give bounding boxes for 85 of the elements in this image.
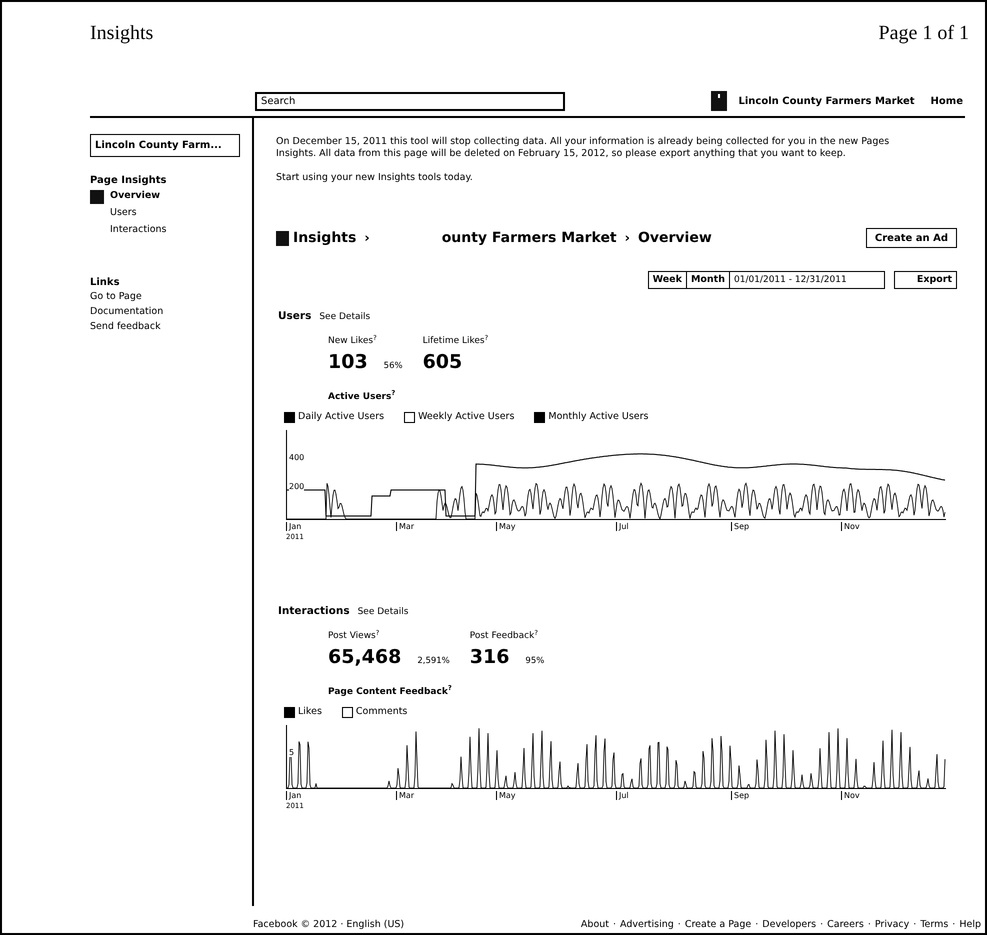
- checkbox-label: Likes: [298, 705, 322, 719]
- checkbox[interactable]: [284, 412, 295, 423]
- stat-value: 65,468: [328, 645, 402, 670]
- checkbox[interactable]: [404, 412, 416, 423]
- create-ad-button[interactable]: Create an Ad: [866, 228, 957, 248]
- see-details-link[interactable]: See Details: [358, 606, 408, 620]
- footer-separator: ·: [755, 918, 758, 932]
- checkbox[interactable]: [534, 412, 546, 423]
- stat-label: Lifetime Likes$^{?}$: [422, 335, 488, 348]
- sidebar-item[interactable]: Users: [110, 206, 137, 221]
- page-select[interactable]: Lincoln County Farm...: [90, 134, 240, 157]
- footer-link[interactable]: Advertising: [620, 918, 674, 932]
- footer-separator: ·: [868, 918, 871, 932]
- section-title: Users: [278, 309, 312, 324]
- breadcrumb-current: Overview: [638, 228, 712, 248]
- stat-value: 605: [422, 350, 462, 375]
- stat-change: 2,591%: [417, 655, 450, 668]
- sidebar-item[interactable]: Interactions: [110, 223, 166, 238]
- page-icon: [710, 91, 726, 111]
- checkbox[interactable]: [342, 706, 353, 718]
- axis-label: Mar: [396, 791, 414, 800]
- axis-label: May: [496, 791, 516, 800]
- sidebar-heading: Page Insights: [90, 174, 168, 188]
- axis-label: 200: [289, 483, 304, 492]
- stat-label: Post Views$^{?}$: [328, 630, 380, 643]
- footer-link[interactable]: Terms: [920, 918, 948, 932]
- checkbox-label: Comments: [356, 705, 408, 719]
- sidebar-item[interactable]: Overview: [110, 189, 160, 204]
- page-number: Page 1 of 1: [878, 21, 969, 46]
- stat-value: 316: [470, 645, 510, 670]
- footer-separator: ·: [952, 918, 956, 932]
- footer-text: Facebook © 2012 · English (US): [253, 918, 404, 932]
- print-title: Insights: [90, 21, 154, 46]
- checkbox-label: Daily Active Users: [298, 410, 384, 424]
- axis-label: Jan: [286, 791, 302, 800]
- axis-label: Nov: [841, 522, 860, 532]
- insights-icon: [276, 230, 289, 246]
- footer-link[interactable]: Privacy: [874, 918, 910, 932]
- sidebar-link[interactable]: Send feedback: [90, 320, 244, 335]
- checkbox-label: Weekly Active Users: [418, 410, 514, 424]
- insights-icon: [90, 190, 104, 204]
- axis-label: Jul: [616, 522, 629, 532]
- breadcrumb-link[interactable]: ounty Farmers Market: [442, 228, 617, 249]
- export-button[interactable]: Export: [894, 271, 957, 290]
- checkbox[interactable]: [284, 706, 295, 718]
- footer-separator: ·: [678, 918, 681, 932]
- checkbox-label: Monthly Active Users: [548, 410, 648, 424]
- stat-change: 56%: [384, 360, 403, 373]
- stat-label: New Likes$^{?}$: [328, 335, 378, 348]
- footer-separator: ·: [613, 918, 616, 932]
- axis-label: Nov: [841, 791, 860, 800]
- axis-label: Jul: [616, 791, 629, 800]
- search-field[interactable]: Search: [255, 92, 565, 110]
- axis-label: May: [496, 522, 516, 532]
- footer-separator: ·: [820, 918, 824, 932]
- axis-label: 5: [289, 749, 294, 758]
- stat-change: 95%: [525, 655, 544, 668]
- stat-label: Post Feedback$^{?}$: [470, 630, 539, 643]
- footer-link[interactable]: Help: [959, 918, 981, 932]
- sidebar-link[interactable]: Go to Page: [90, 290, 244, 305]
- notice-text: On December 15, 2011 this tool will stop collecting data. All your information is already being collected for you in the new Pages Insights. All data from this page will be deleted on February 15, 2012, so please export anything that you want to keep.: [276, 136, 890, 160]
- breadcrumb-link[interactable]: Insights: [293, 228, 356, 249]
- axis-label: 400: [289, 454, 304, 462]
- axis-label: Mar: [396, 522, 414, 532]
- sidebar-link[interactable]: Documentation: [90, 305, 244, 320]
- footer-separator: ·: [913, 918, 916, 932]
- home-link[interactable]: Home: [930, 94, 963, 108]
- sidebar-heading: Links: [90, 276, 121, 290]
- footer-link[interactable]: About: [580, 918, 610, 932]
- section-title: Interactions: [278, 604, 350, 620]
- breadcrumb-separator: ›: [364, 230, 370, 248]
- notice-text: Start using your new Insights tools today.: [276, 171, 474, 185]
- breadcrumb-separator: ›: [624, 230, 630, 248]
- axis-label: Sep: [731, 522, 750, 532]
- page-name-link[interactable]: Lincoln County Farmers Market: [738, 94, 915, 108]
- stat-value: 103: [328, 350, 368, 375]
- chart-title: Page Content Feedback$^{?}$: [327, 686, 453, 698]
- axis-label: Jan: [286, 522, 302, 532]
- footer-link[interactable]: Developers: [762, 918, 816, 932]
- footer-link[interactable]: Create a Page: [684, 918, 752, 932]
- footer-link[interactable]: Careers: [827, 918, 864, 932]
- see-details-link[interactable]: See Details: [319, 311, 370, 325]
- axis-label: Sep: [731, 791, 750, 800]
- date-range-field[interactable]: 01/01/2011 - 12/31/2011: [730, 271, 885, 290]
- chart-title: Active Users$^{?}$: [327, 390, 396, 404]
